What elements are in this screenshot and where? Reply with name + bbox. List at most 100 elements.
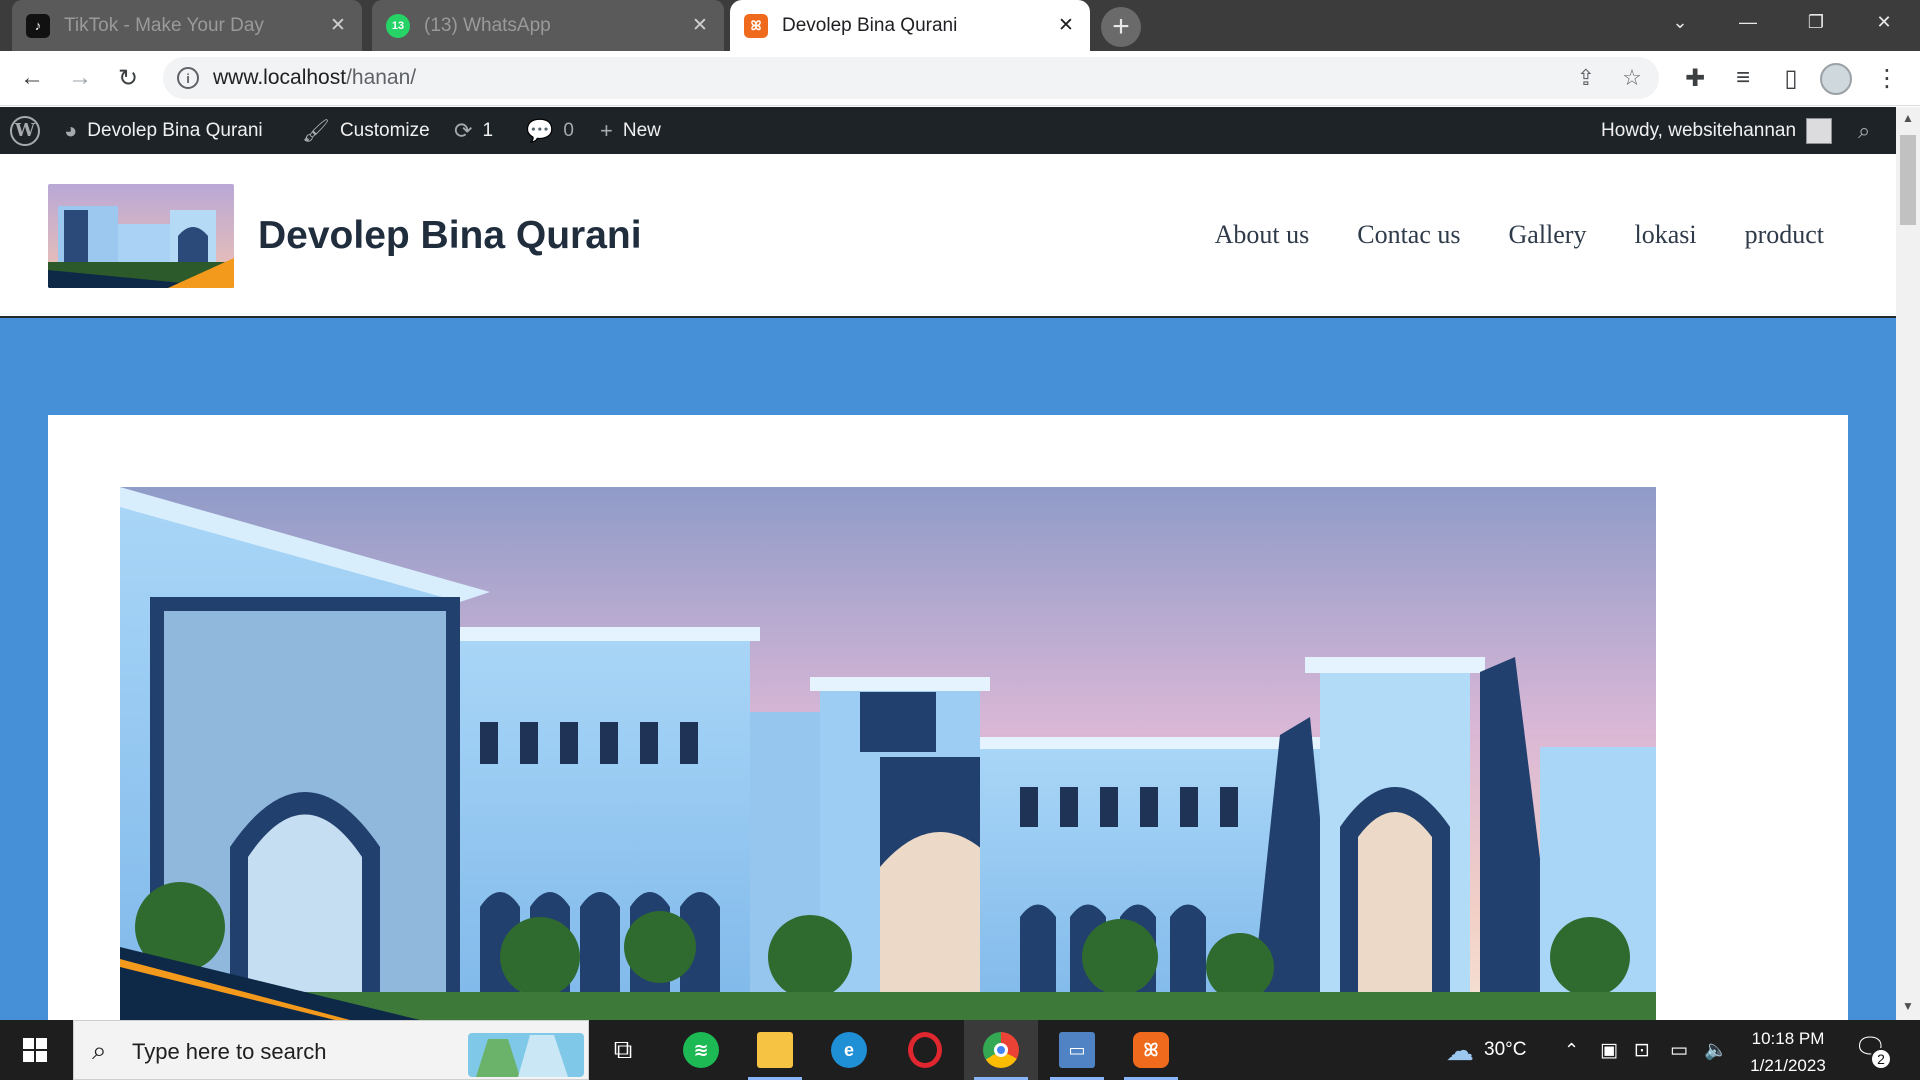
windows-taskbar: ⌕ Type here to search ⧉ ≋ e ▭ ꕤ ☁ 30°C ⌃…: [0, 1020, 1920, 1080]
search-icon: ⌕: [1858, 117, 1871, 143]
tab-title: (13) WhatsApp: [424, 14, 551, 36]
page-scrollbar[interactable]: ▲ ▼: [1896, 107, 1920, 1020]
task-view-icon: ⧉: [613, 1034, 633, 1064]
close-tab-icon[interactable]: ✕: [328, 15, 348, 36]
weather-widget[interactable]: ☁ 30°C: [1446, 1020, 1526, 1080]
xampp-icon: ꕤ: [1133, 1032, 1169, 1068]
tray-network[interactable]: ⊡: [1634, 1020, 1650, 1080]
bookmark-star-icon[interactable]: ☆: [1617, 63, 1647, 93]
weather-temperature: 30°C: [1484, 1039, 1527, 1060]
url-path: /hanan/: [346, 66, 417, 89]
hero-image: [120, 487, 1656, 1020]
tab-search-chevron-icon[interactable]: ⌄: [1652, 0, 1708, 44]
adminbar-updates[interactable]: ⟳ 1: [454, 107, 493, 154]
tab-whatsapp[interactable]: 13 (13) WhatsApp ✕: [372, 0, 724, 51]
scroll-up-arrow-icon[interactable]: ▲: [1902, 111, 1914, 125]
tab-tiktok[interactable]: ♪ TikTok - Make Your Day ✕: [12, 0, 362, 51]
tray-meet-now[interactable]: ▣: [1600, 1020, 1618, 1080]
taskbar-remote-desktop[interactable]: ▭: [1040, 1020, 1114, 1080]
tab-title: Devolep Bina Qurani: [782, 14, 958, 36]
extensions-puzzle-icon[interactable]: ✚: [1678, 61, 1712, 95]
forward-button[interactable]: →: [63, 61, 97, 95]
clock-time: 10:18 PM: [1751, 1029, 1825, 1048]
nav-about-us[interactable]: About us: [1215, 220, 1310, 250]
plus-icon: +: [600, 117, 613, 143]
site-info-icon[interactable]: i: [177, 67, 199, 89]
back-button[interactable]: ←: [15, 61, 49, 95]
tab-devolep-bina-qurani[interactable]: ꕤ Devolep Bina Qurani ✕: [730, 0, 1090, 51]
site-header: Devolep Bina Qurani About us Contac us G…: [0, 154, 1896, 318]
url-text[interactable]: www.localhost/hanan/: [213, 66, 416, 90]
taskbar-edge[interactable]: e: [812, 1020, 886, 1080]
site-title[interactable]: Devolep Bina Qurani: [258, 214, 642, 258]
updates-icon: ⟳: [454, 117, 473, 143]
nav-product[interactable]: product: [1745, 220, 1824, 250]
comment-bubble-icon: 💬: [526, 117, 554, 143]
xampp-icon: ꕤ: [744, 13, 768, 38]
howdy-text: Howdy, websitehannan: [1601, 119, 1797, 141]
taskbar-opera[interactable]: [888, 1020, 962, 1080]
taskbar-clock[interactable]: 10:18 PM 1/21/2023: [1738, 1025, 1838, 1079]
taskbar-file-explorer[interactable]: [738, 1020, 812, 1080]
start-button[interactable]: [0, 1020, 70, 1080]
profile-avatar[interactable]: [1820, 63, 1852, 95]
tray-volume[interactable]: 🔈: [1704, 1020, 1728, 1080]
adminbar-site-name-label: Devolep Bina Qurani: [87, 119, 263, 141]
tiktok-icon: ♪: [26, 13, 50, 38]
adminbar-customize-label: Customize: [339, 119, 430, 141]
nav-contac-us[interactable]: Contac us: [1357, 220, 1460, 250]
updates-count: 1: [482, 119, 494, 141]
tab-title: TikTok - Make Your Day: [64, 14, 264, 36]
close-window-button[interactable]: ✕: [1856, 0, 1912, 44]
task-view-button[interactable]: ⧉: [586, 1020, 660, 1080]
adminbar-site-name[interactable]: ◕ Devolep Bina Qurani: [64, 107, 263, 154]
search-icon: ⌕: [92, 1035, 107, 1065]
taskbar-chrome[interactable]: [964, 1020, 1038, 1080]
adminbar-comments[interactable]: 💬 0: [526, 107, 574, 154]
wordpress-logo-icon: W: [10, 115, 40, 146]
taskbar-xampp[interactable]: ꕤ: [1114, 1020, 1188, 1080]
notification-center[interactable]: 🗨 2: [1854, 1032, 1892, 1070]
adminbar-search[interactable]: ⌕: [1858, 107, 1870, 154]
share-icon[interactable]: ⇪: [1571, 63, 1601, 93]
tray-battery[interactable]: ▭: [1670, 1020, 1688, 1080]
network-icon: ⊡: [1634, 1039, 1650, 1061]
url-host: www.localhost: [213, 66, 347, 89]
notification-count-badge: 2: [1870, 1048, 1892, 1070]
search-placeholder: Type here to search: [132, 1039, 327, 1064]
search-highlight-illustration: [468, 1033, 584, 1077]
speaker-icon: 🔈: [1704, 1040, 1728, 1061]
opera-icon: [908, 1032, 942, 1068]
reload-button[interactable]: ↻: [111, 61, 145, 95]
browser-menu-icon[interactable]: ⋮: [1870, 61, 1904, 95]
adminbar-new-label: New: [622, 119, 661, 141]
wp-logo-menu[interactable]: W: [10, 107, 40, 154]
taskbar-search-box[interactable]: ⌕ Type here to search: [73, 1020, 589, 1080]
chrome-icon: [983, 1032, 1019, 1068]
nav-gallery[interactable]: Gallery: [1509, 220, 1587, 250]
dashboard-gauge-icon: ◕: [64, 117, 78, 143]
address-bar[interactable]: i www.localhost/hanan/ ⇪ ☆: [163, 57, 1659, 99]
adminbar-customize[interactable]: 🖌 Customize: [302, 107, 430, 154]
scrollbar-thumb[interactable]: [1900, 135, 1916, 225]
minimize-button[interactable]: —: [1720, 0, 1776, 44]
whatsapp-icon: 13: [386, 13, 410, 38]
media-queue-icon[interactable]: ≡: [1726, 61, 1760, 95]
hero-building-illustration: [120, 487, 1656, 1020]
main-navigation: About us Contac us Gallery lokasi produc…: [1215, 220, 1824, 250]
cloud-icon: ☁: [1446, 1034, 1474, 1066]
close-tab-icon[interactable]: ✕: [1056, 15, 1076, 36]
restore-button[interactable]: ❐: [1788, 0, 1844, 44]
side-panel-icon[interactable]: ▯: [1774, 61, 1808, 95]
chevron-up-icon: ⌃: [1564, 1039, 1580, 1060]
show-hidden-icons[interactable]: ⌃: [1564, 1020, 1579, 1080]
folder-icon: [757, 1032, 793, 1068]
close-tab-icon[interactable]: ✕: [690, 15, 710, 36]
nav-lokasi[interactable]: lokasi: [1634, 220, 1696, 250]
adminbar-new[interactable]: + New: [600, 107, 661, 154]
new-tab-button[interactable]: +: [1101, 7, 1141, 47]
adminbar-my-account[interactable]: Howdy, websitehannan: [1601, 107, 1833, 154]
taskbar-spotify[interactable]: ≋: [664, 1020, 738, 1080]
scroll-down-arrow-icon[interactable]: ▼: [1902, 999, 1914, 1013]
site-logo[interactable]: [48, 184, 234, 288]
